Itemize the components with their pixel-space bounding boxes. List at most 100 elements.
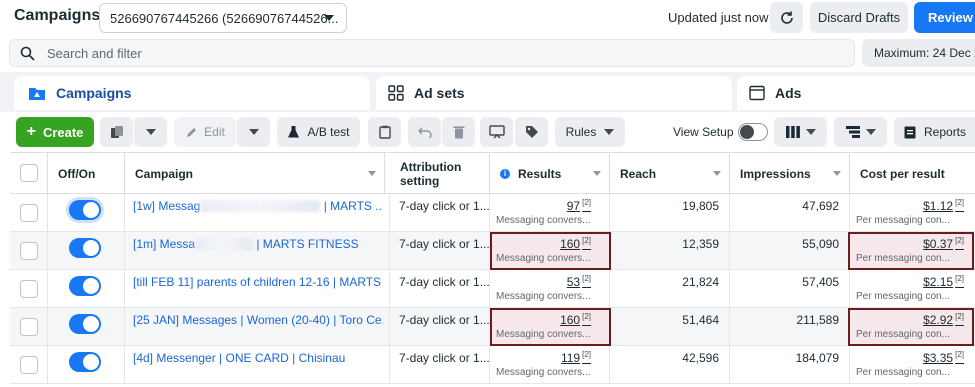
column-attribution-line2: setting	[400, 173, 440, 188]
toggle-knob	[83, 316, 99, 332]
date-range-picker[interactable]: Maximum: 24 Dec 2	[862, 39, 975, 67]
view-setup-label: View Setup	[673, 125, 734, 139]
tag-icon	[525, 126, 538, 138]
cost-value[interactable]: $0.37 [2]	[923, 236, 964, 251]
search-input[interactable]	[47, 44, 827, 62]
tab-campaigns[interactable]: Campaigns	[14, 76, 370, 110]
cost-value[interactable]: $3.35 [2]	[923, 350, 964, 365]
breakdown-button[interactable]	[834, 117, 887, 147]
impressions-value: 184,079	[795, 351, 839, 365]
preview-icon	[488, 125, 505, 139]
column-reach[interactable]: Reach	[610, 153, 730, 194]
discard-drafts-button[interactable]: Discard Drafts	[810, 2, 908, 33]
review-publish-button[interactable]: Review a	[914, 2, 975, 33]
tag-button[interactable]	[515, 117, 548, 147]
refresh-icon	[780, 11, 793, 24]
impressions-value: 47,692	[802, 199, 839, 213]
sort-icon	[368, 171, 376, 176]
results-value[interactable]: 160 [2]	[560, 236, 591, 251]
column-campaign[interactable]: Campaign	[125, 153, 385, 194]
table-row[interactable]: [4d] Messenger | ONE CARD | Chisinau 7-d…	[10, 346, 975, 384]
row-checkbox[interactable]	[20, 280, 38, 298]
results-value[interactable]: 119 [2]	[561, 350, 591, 365]
results-value[interactable]: 97 [2]	[567, 198, 591, 213]
rules-button[interactable]: Rules	[555, 117, 625, 147]
table-row[interactable]: [25 JAN] Messages | Women (20-40) | Toro…	[10, 308, 975, 346]
campaign-toggle[interactable]	[69, 352, 101, 372]
view-setup-toggle[interactable]	[738, 123, 768, 141]
undo-button[interactable]	[408, 117, 441, 147]
campaign-name-link[interactable]: [25 JAN] Messages | Women (20-40) | Toro…	[133, 313, 383, 327]
undo-icon	[417, 127, 432, 138]
edit-button[interactable]: Edit	[174, 117, 236, 147]
edit-menu-button[interactable]	[237, 117, 270, 147]
tab-ads-label: Ads	[775, 85, 802, 101]
row-checkbox[interactable]	[20, 242, 38, 260]
clipboard-button[interactable]	[368, 117, 401, 147]
table-row[interactable]: [1m] Messa | MARTS FITNESS 7-day click o…	[10, 232, 975, 270]
campaign-name-link[interactable]: [till FEB 11] parents of children 12-16 …	[133, 275, 383, 289]
column-campaign-label: Campaign	[135, 166, 194, 181]
tab-ad-sets-label: Ad sets	[414, 85, 465, 101]
column-impressions[interactable]: Impressions	[730, 153, 850, 194]
attribution-value: 7-day click or 1...	[399, 199, 490, 213]
row-checkbox[interactable]	[20, 318, 38, 336]
row-checkbox[interactable]	[20, 204, 38, 222]
campaign-toggle[interactable]	[69, 314, 101, 334]
cost-value[interactable]: $1.12 [2]	[923, 198, 964, 213]
delete-button[interactable]	[442, 117, 475, 147]
select-all-checkbox[interactable]	[20, 164, 38, 182]
toggle-knob	[740, 125, 754, 139]
reports-button[interactable]: Reports	[894, 117, 975, 147]
attribution-value: 7-day click or 1...	[399, 275, 490, 289]
redacted-text	[195, 238, 254, 252]
duplicate-menu-button[interactable]	[134, 117, 167, 147]
row-checkbox[interactable]	[20, 356, 38, 374]
campaign-toggle[interactable]	[69, 276, 101, 296]
cost-subtext: Per messaging con...	[856, 215, 950, 226]
search-bar[interactable]	[9, 39, 855, 67]
breakdown-icon	[845, 126, 860, 138]
column-results[interactable]: i Results	[490, 153, 610, 194]
chevron-down-icon	[145, 129, 156, 135]
column-off-on[interactable]: Off/On	[48, 153, 125, 194]
campaign-toggle[interactable]	[69, 238, 101, 258]
grid-icon	[388, 85, 404, 101]
cost-subtext: Per messaging con...	[856, 367, 950, 378]
select-all-cell	[10, 153, 48, 194]
duplicate-button[interactable]	[100, 117, 133, 147]
columns-button[interactable]	[774, 117, 827, 147]
refresh-button[interactable]	[770, 2, 803, 33]
account-selector[interactable]: 526690767445266 (52669076744526...	[99, 3, 347, 33]
preview-button[interactable]	[480, 117, 513, 147]
results-value[interactable]: 53 [2]	[567, 274, 591, 289]
ad-window-icon	[749, 85, 765, 101]
campaign-name-link[interactable]: [4d] Messenger | ONE CARD | Chisinau	[133, 351, 383, 365]
clipboard-icon	[378, 125, 391, 139]
column-attribution[interactable]: Attribution setting	[390, 153, 490, 194]
table-row[interactable]: [1w] Messag | MARTS ... 7-day click or 1…	[10, 194, 975, 232]
sort-icon	[593, 171, 601, 176]
campaigns-table: Off/On Campaign Attribution setting i Re…	[10, 152, 975, 387]
edit-label: Edit	[204, 125, 225, 139]
info-icon: i	[500, 168, 510, 179]
cost-value[interactable]: $2.15 [2]	[923, 274, 964, 289]
page-title: Campaigns	[14, 7, 101, 24]
results-subtext: Messaging convers...	[496, 367, 591, 378]
table-row[interactable]: [till FEB 11] parents of children 12-16 …	[10, 270, 975, 308]
campaign-toggle[interactable]	[69, 200, 101, 220]
results-value[interactable]: 160 [2]	[560, 312, 591, 327]
column-cost-per-result[interactable]: Cost per result	[850, 153, 975, 194]
tab-ads[interactable]: Ads	[737, 76, 975, 110]
campaign-name-link[interactable]: [1m] Messa | MARTS FITNESS	[133, 237, 383, 252]
campaign-name-link[interactable]: [1w] Messag | MARTS ...	[133, 199, 383, 214]
account-selector-label: 526690767445266 (52669076744526...	[110, 10, 339, 26]
redacted-text	[200, 200, 321, 214]
tab-ad-sets[interactable]: Ad sets	[376, 76, 732, 110]
attribution-value: 7-day click or 1...	[399, 237, 490, 251]
highlight-box	[490, 232, 611, 270]
cost-value[interactable]: $2.92 [2]	[923, 312, 964, 327]
toggle-knob	[83, 354, 99, 370]
ab-test-button[interactable]: A/B test	[277, 117, 360, 147]
create-button[interactable]: + Create	[16, 117, 94, 147]
